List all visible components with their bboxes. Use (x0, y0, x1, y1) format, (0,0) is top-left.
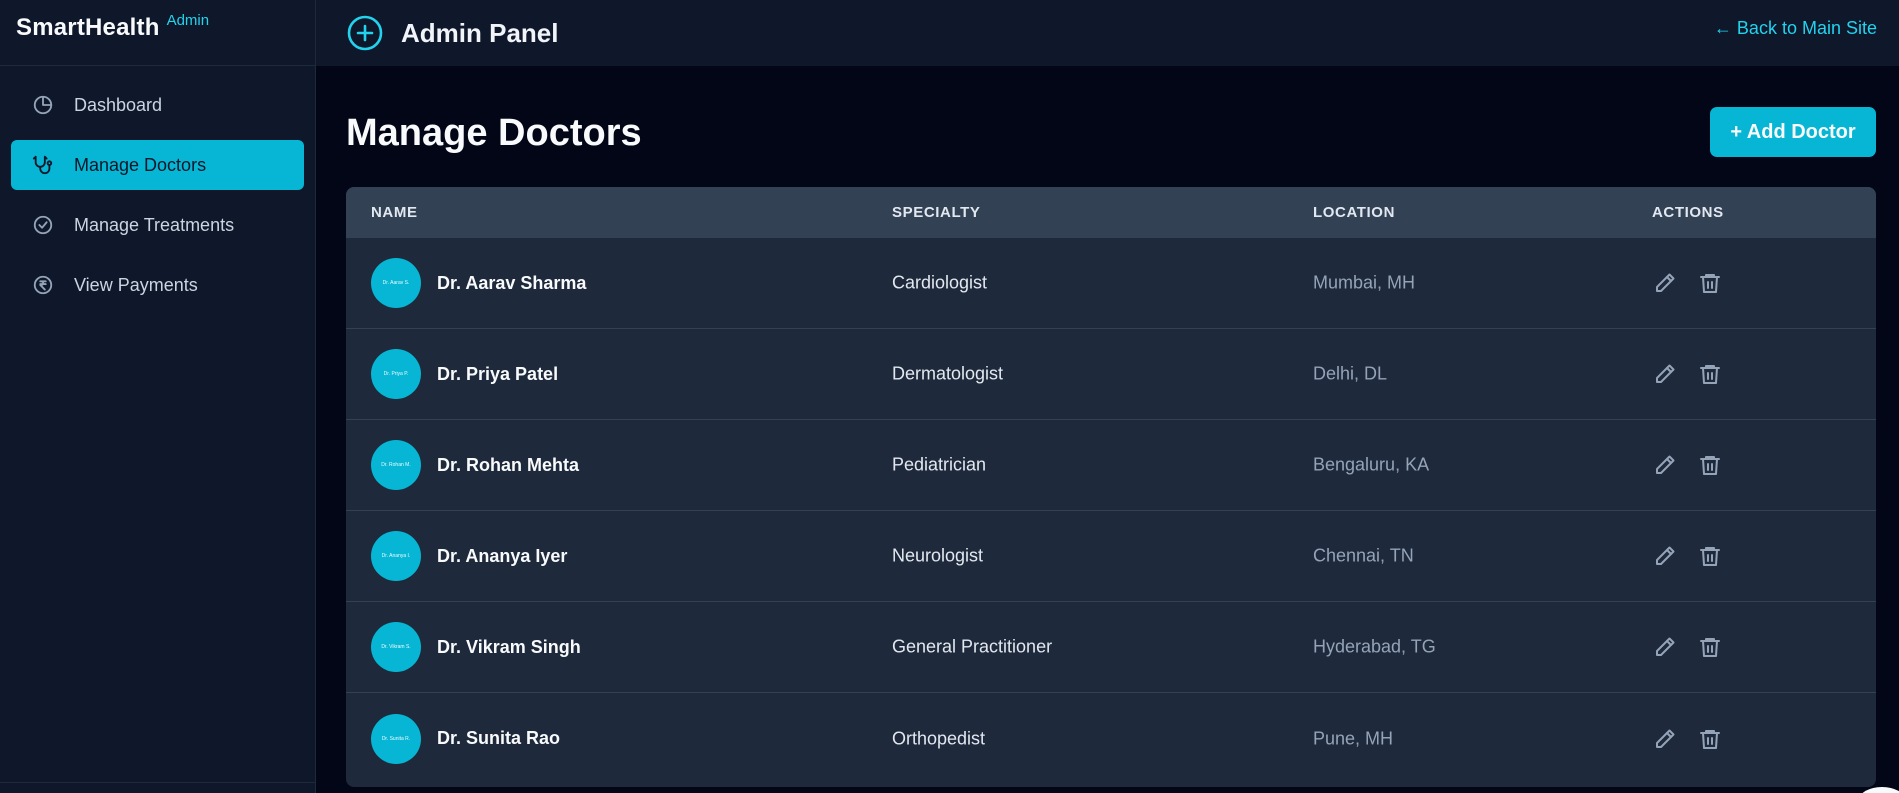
sidebar-item-label: Dashboard (74, 94, 163, 115)
column-header-actions: ACTIONS (1652, 204, 1724, 221)
trash-icon[interactable] (1697, 543, 1723, 569)
floating-widget[interactable] (1859, 787, 1899, 793)
sidebar: SmartHealth Admin Dashboard Manage Docto… (0, 0, 316, 793)
actions-cell (1652, 270, 1723, 296)
name-cell: Dr. Priya P. Dr. Priya Patel (371, 349, 558, 399)
top-header: Admin Panel ← Back to Main Site (316, 0, 1899, 66)
pencil-icon[interactable] (1652, 270, 1678, 296)
sidebar-item-label: View Payments (74, 274, 198, 295)
name-cell: Dr. Rohan M. Dr. Rohan Mehta (371, 440, 579, 490)
specialty-cell: Neurologist (892, 545, 984, 566)
sidebar-item-manage-doctors[interactable]: Manage Doctors (11, 140, 304, 190)
avatar: Dr. Sunita R. (371, 713, 421, 764)
sidebar-nav: Dashboard Manage Doctors Manage Treatmen… (0, 66, 315, 310)
location-cell: Hyderabad, TG (1313, 636, 1436, 657)
doctor-name: Dr. Sunita Rao (437, 728, 561, 748)
actions-cell (1652, 726, 1723, 752)
table-row: Dr. Ananya I. Dr. Ananya Iyer Neurologis… (346, 511, 1876, 602)
brand-name: SmartHealth (16, 14, 160, 41)
doctors-table: NAME SPECIALTY LOCATION ACTIONS Dr. Aara… (346, 187, 1876, 787)
actions-cell (1652, 543, 1723, 569)
trash-icon[interactable] (1697, 361, 1723, 387)
specialty-cell: Pediatrician (892, 454, 987, 475)
sidebar-item-view-payments[interactable]: View Payments (11, 260, 304, 310)
app-root: SmartHealth Admin Dashboard Manage Docto… (0, 0, 1899, 793)
header-title: Admin Panel (401, 17, 559, 48)
specialty-cell: Dermatologist (892, 363, 1004, 384)
column-header-specialty: SPECIALTY (892, 204, 981, 221)
table-header: NAME SPECIALTY LOCATION ACTIONS (346, 187, 1876, 238)
sidebar-divider (0, 782, 315, 783)
specialty-cell: General Practitioner (892, 636, 1053, 657)
pencil-icon[interactable] (1652, 361, 1678, 387)
name-cell: Dr. Ananya I. Dr. Ananya Iyer (371, 531, 567, 581)
main-content: Manage Doctors + Add Doctor NAME SPECIAL… (316, 66, 1899, 793)
location-cell: Delhi, DL (1313, 363, 1388, 384)
pencil-icon[interactable] (1652, 543, 1678, 569)
actions-cell (1652, 361, 1723, 387)
specialty-cell: Cardiologist (892, 272, 988, 293)
trash-icon[interactable] (1697, 270, 1723, 296)
location-cell: Chennai, TN (1313, 545, 1414, 566)
avatar: Dr. Rohan M. (371, 440, 421, 490)
actions-cell (1652, 634, 1723, 660)
avatar: Dr. Aarav S. (371, 258, 421, 308)
trash-icon[interactable] (1697, 452, 1723, 478)
pencil-icon[interactable] (1652, 634, 1678, 660)
doctor-name: Dr. Rohan Mehta (437, 454, 580, 475)
doctor-name: Dr. Vikram Singh (437, 636, 581, 657)
avatar: Dr. Vikram S. (371, 622, 421, 672)
trash-icon[interactable] (1697, 634, 1723, 660)
table-row: Dr. Vikram S. Dr. Vikram Singh General P… (346, 602, 1876, 693)
table-row: Dr. Priya P. Dr. Priya Patel Dermatologi… (346, 329, 1876, 420)
sidebar-item-dashboard[interactable]: Dashboard (11, 80, 304, 130)
check-circle-icon (31, 213, 55, 237)
trash-icon[interactable] (1697, 726, 1723, 752)
doctor-name: Dr. Ananya Iyer (437, 545, 568, 566)
name-cell: Dr. Aarav S. Dr. Aarav Sharma (371, 258, 586, 308)
name-cell: Dr. Vikram S. Dr. Vikram Singh (371, 622, 581, 672)
sidebar-item-label: Manage Treatments (74, 214, 235, 235)
pie-chart-icon (31, 93, 55, 117)
specialty-cell: Orthopedist (892, 728, 986, 748)
brand[interactable]: SmartHealth Admin (0, 0, 315, 66)
actions-cell (1652, 452, 1723, 478)
back-to-main-site-link[interactable]: ← Back to Main Site (1714, 18, 1877, 39)
pencil-icon[interactable] (1652, 452, 1678, 478)
name-cell: Dr. Sunita R. Dr. Sunita Rao (371, 713, 561, 764)
location-cell: Mumbai, MH (1313, 272, 1416, 293)
add-doctor-button[interactable]: + Add Doctor (1710, 107, 1876, 157)
avatar: Dr. Priya P. (371, 349, 421, 399)
pencil-icon[interactable] (1652, 726, 1678, 752)
brand-tag: Admin (166, 12, 210, 29)
table-row: Dr. Aarav S. Dr. Aarav Sharma Cardiologi… (346, 238, 1876, 329)
sidebar-item-label: Manage Doctors (74, 154, 207, 175)
rupee-circle-icon (31, 273, 55, 297)
table-row: Dr. Rohan M. Dr. Rohan Mehta Pediatricia… (346, 420, 1876, 511)
doctor-name: Dr. Aarav Sharma (437, 272, 587, 293)
stethoscope-icon (31, 153, 55, 177)
avatar: Dr. Ananya I. (371, 531, 421, 581)
page-title: Manage Doctors (346, 112, 642, 154)
plus-circle-icon (347, 15, 383, 51)
sidebar-item-manage-treatments[interactable]: Manage Treatments (11, 200, 304, 250)
column-header-location: LOCATION (1313, 204, 1396, 221)
doctor-name: Dr. Priya Patel (437, 363, 559, 384)
table-row: Dr. Sunita R. Dr. Sunita Rao Orthopedist… (346, 693, 1876, 784)
column-header-name: NAME (371, 204, 418, 221)
location-cell: Pune, MH (1313, 728, 1394, 748)
location-cell: Bengaluru, KA (1313, 454, 1430, 475)
